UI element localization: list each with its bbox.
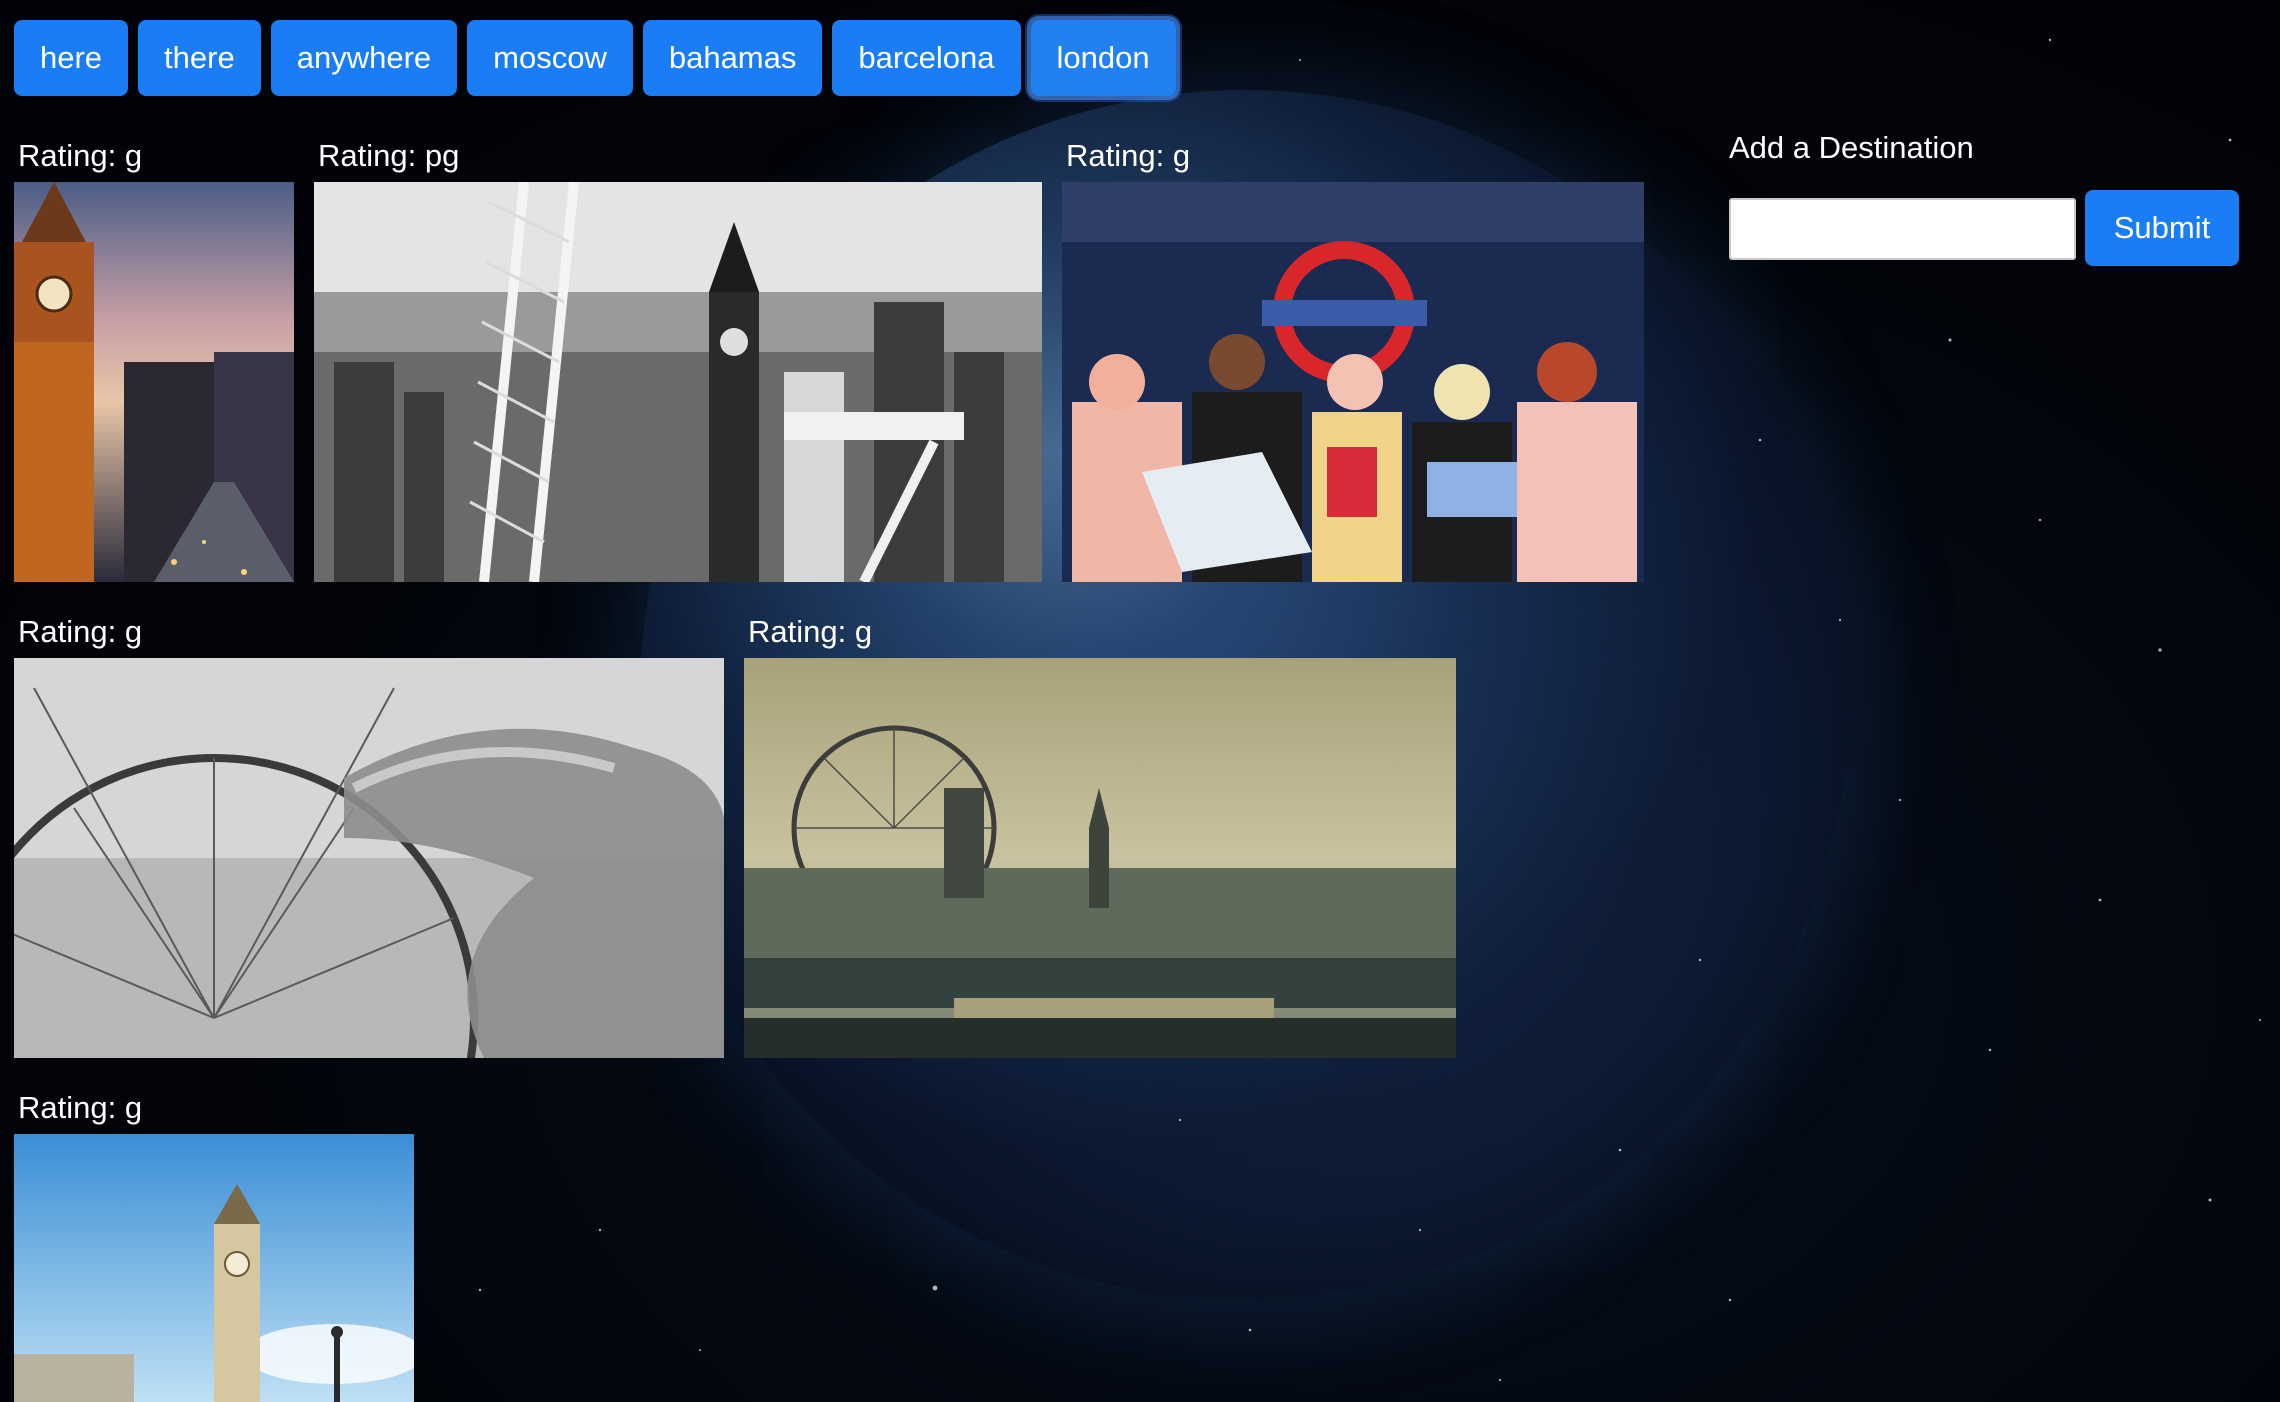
gif-rating: Rating: g <box>18 614 143 649</box>
destination-button-barcelona[interactable]: barcelona <box>832 20 1021 96</box>
destination-button-there[interactable]: there <box>138 20 261 96</box>
gif-card: Rating: g <box>14 614 724 1058</box>
gif-image[interactable] <box>14 182 294 582</box>
destination-button-anywhere[interactable]: anywhere <box>270 20 458 96</box>
destination-input[interactable] <box>1729 198 2076 260</box>
gif-rating: Rating: g <box>18 1090 143 1125</box>
gif-image[interactable] <box>14 658 724 1058</box>
gif-card: Rating: g <box>14 138 294 582</box>
gif-image[interactable] <box>14 1134 414 1402</box>
submit-button[interactable]: Submit <box>2085 190 2239 266</box>
gif-card: Rating: g <box>14 1090 414 1402</box>
destination-nav: here there anywhere moscow bahamas barce… <box>14 16 1180 100</box>
gif-card: Rating: pg <box>314 138 1042 582</box>
gif-rating: Rating: pg <box>318 138 460 173</box>
gif-image[interactable] <box>744 658 1456 1058</box>
gif-rating: Rating: g <box>18 138 143 173</box>
destination-button-moscow[interactable]: moscow <box>467 20 633 96</box>
gif-rating: Rating: g <box>748 614 873 649</box>
add-destination-title: Add a Destination <box>1729 130 1974 165</box>
gif-card: Rating: g <box>1062 138 1644 582</box>
destination-button-here[interactable]: here <box>14 20 129 96</box>
gif-image[interactable] <box>1062 182 1644 582</box>
gif-card: Rating: g <box>744 614 1456 1058</box>
gif-image[interactable] <box>314 182 1042 582</box>
gif-rating: Rating: g <box>1066 138 1191 173</box>
destination-button-bahamas[interactable]: bahamas <box>642 20 823 96</box>
destination-button-london[interactable]: london <box>1026 16 1180 100</box>
